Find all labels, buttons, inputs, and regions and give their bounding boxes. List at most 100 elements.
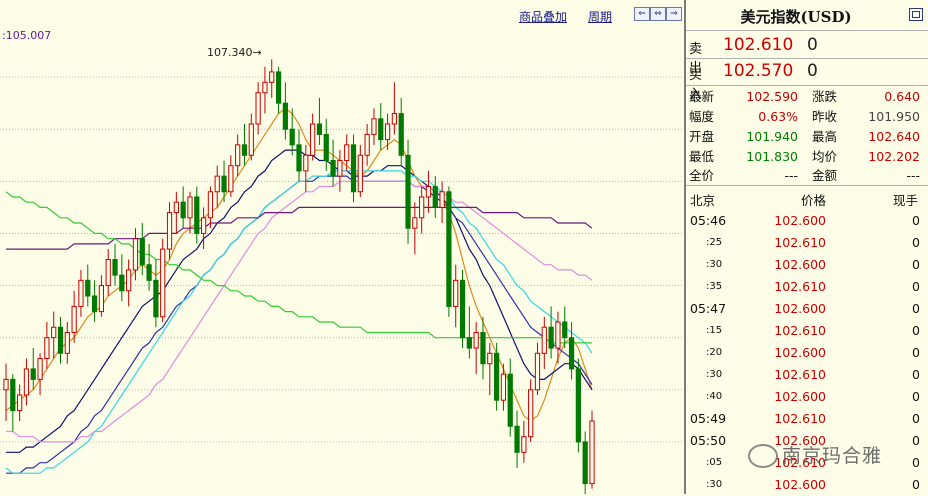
candle [398, 97, 404, 166]
candle [248, 113, 254, 161]
peak-value: 107.340 [207, 46, 253, 59]
trade-row[interactable]: :35 102.610 0 [686, 276, 928, 298]
candle-body [112, 259, 118, 276]
candle [282, 82, 288, 140]
candle [91, 280, 98, 323]
trade-row[interactable]: 05:46 102.600 0 [686, 210, 928, 232]
candle-body [453, 279, 459, 307]
candle [412, 202, 418, 255]
peak-price-label: 107.340→ [207, 46, 262, 59]
candle-body [207, 191, 214, 219]
candle [323, 118, 329, 171]
candle-body [221, 175, 227, 193]
candle [194, 186, 200, 244]
period-link[interactable]: 周期 [588, 8, 612, 25]
trade-row[interactable]: 05:47 102.600 0 [686, 298, 928, 320]
trade-qty: 0 [912, 345, 920, 360]
stat-value: 102.202 [868, 149, 920, 164]
trade-time: :05 [706, 457, 723, 468]
candle-body [126, 269, 132, 292]
candle [64, 322, 70, 364]
candle-body [303, 154, 309, 172]
candle [534, 342, 541, 395]
candle [221, 160, 227, 203]
trade-time: :20 [706, 347, 723, 358]
candle-body [391, 113, 398, 125]
candle-body [493, 352, 500, 401]
candle-body [419, 196, 425, 219]
trade-qty: 0 [912, 411, 920, 426]
quote-title: 美元指数(USD) [740, 8, 852, 26]
stat-label: 昨收 [812, 109, 838, 124]
scroll-left-button[interactable]: ⇐ [634, 7, 650, 21]
candle [500, 363, 507, 411]
candle [303, 144, 309, 192]
stat-value: 101.940 [746, 129, 798, 144]
trade-row[interactable]: :30 102.610 0 [686, 364, 928, 386]
trade-price: 102.600 [774, 345, 826, 360]
trade-time: :35 [706, 281, 723, 292]
candle [126, 259, 132, 307]
quote-panel: 美元指数(USD) 卖出 102.610 0 买入 102.570 0 最新 10… [686, 0, 928, 494]
trade-row[interactable]: :30 102.600 0 [686, 254, 928, 276]
chart-panel[interactable]: :105.007 107.340→ 商品叠加 周期 ⇐ ⇔ ⇒ [0, 0, 684, 494]
zoom-fit-button[interactable]: ⇔ [650, 7, 666, 21]
trade-qty: 0 [912, 455, 920, 470]
candle-body [548, 326, 554, 349]
candle-body [296, 144, 302, 172]
candle [200, 207, 207, 250]
candle-body [357, 154, 363, 193]
trade-price: 102.610 [774, 323, 826, 338]
candle-body [378, 118, 384, 141]
window-toggle-icon[interactable] [909, 8, 923, 21]
candlestick-chart[interactable] [0, 0, 684, 494]
candle-body [160, 248, 166, 318]
candle [575, 358, 581, 453]
stat-value: --- [906, 168, 920, 183]
stat-label: 全价 [689, 168, 715, 183]
candle [146, 243, 152, 291]
candle [51, 311, 57, 359]
trade-qty: 0 [912, 323, 920, 338]
candle-body [132, 238, 139, 271]
candle-body [487, 352, 493, 365]
candle [425, 170, 432, 213]
candle [255, 82, 261, 135]
scroll-right-button[interactable]: ⇒ [666, 7, 682, 21]
candle [207, 186, 214, 229]
candle-body [10, 378, 16, 412]
trade-row[interactable]: :30 102.600 0 [686, 474, 928, 496]
candle-body [153, 279, 159, 318]
peak-arrow-icon: → [252, 46, 262, 59]
candle [310, 113, 316, 161]
trade-qty: 0 [912, 433, 920, 448]
candle [30, 348, 36, 390]
candle-body [51, 326, 57, 339]
candle [344, 134, 350, 171]
trade-time: 05:47 [690, 301, 727, 316]
overlay-commodity-link[interactable]: 商品叠加 [519, 8, 567, 25]
candle [419, 186, 425, 234]
trade-row[interactable]: :20 102.600 0 [686, 342, 928, 364]
candle [160, 238, 166, 323]
candle [85, 264, 91, 307]
stat-label: 最高 [812, 129, 838, 144]
trade-qty: 0 [912, 213, 920, 228]
candle-body [371, 118, 377, 135]
moving-average-line [5, 170, 593, 474]
candle [548, 306, 554, 359]
candle [391, 82, 398, 135]
stat-label: 幅度 [689, 109, 715, 124]
trade-row[interactable]: :25 102.610 0 [686, 232, 928, 254]
trade-row[interactable]: 05:49 102.610 0 [686, 408, 928, 430]
stat-value: 101.830 [746, 149, 798, 164]
candle [262, 66, 268, 114]
moving-average-line [6, 206, 593, 250]
trade-row[interactable]: :40 102.600 0 [686, 386, 928, 408]
candle-body [255, 92, 261, 125]
trade-row[interactable]: :15 102.610 0 [686, 320, 928, 342]
trade-qty: 0 [912, 367, 920, 382]
candle [139, 223, 145, 276]
trades-header-price: 价格 [801, 193, 827, 208]
candle-body [23, 368, 30, 396]
